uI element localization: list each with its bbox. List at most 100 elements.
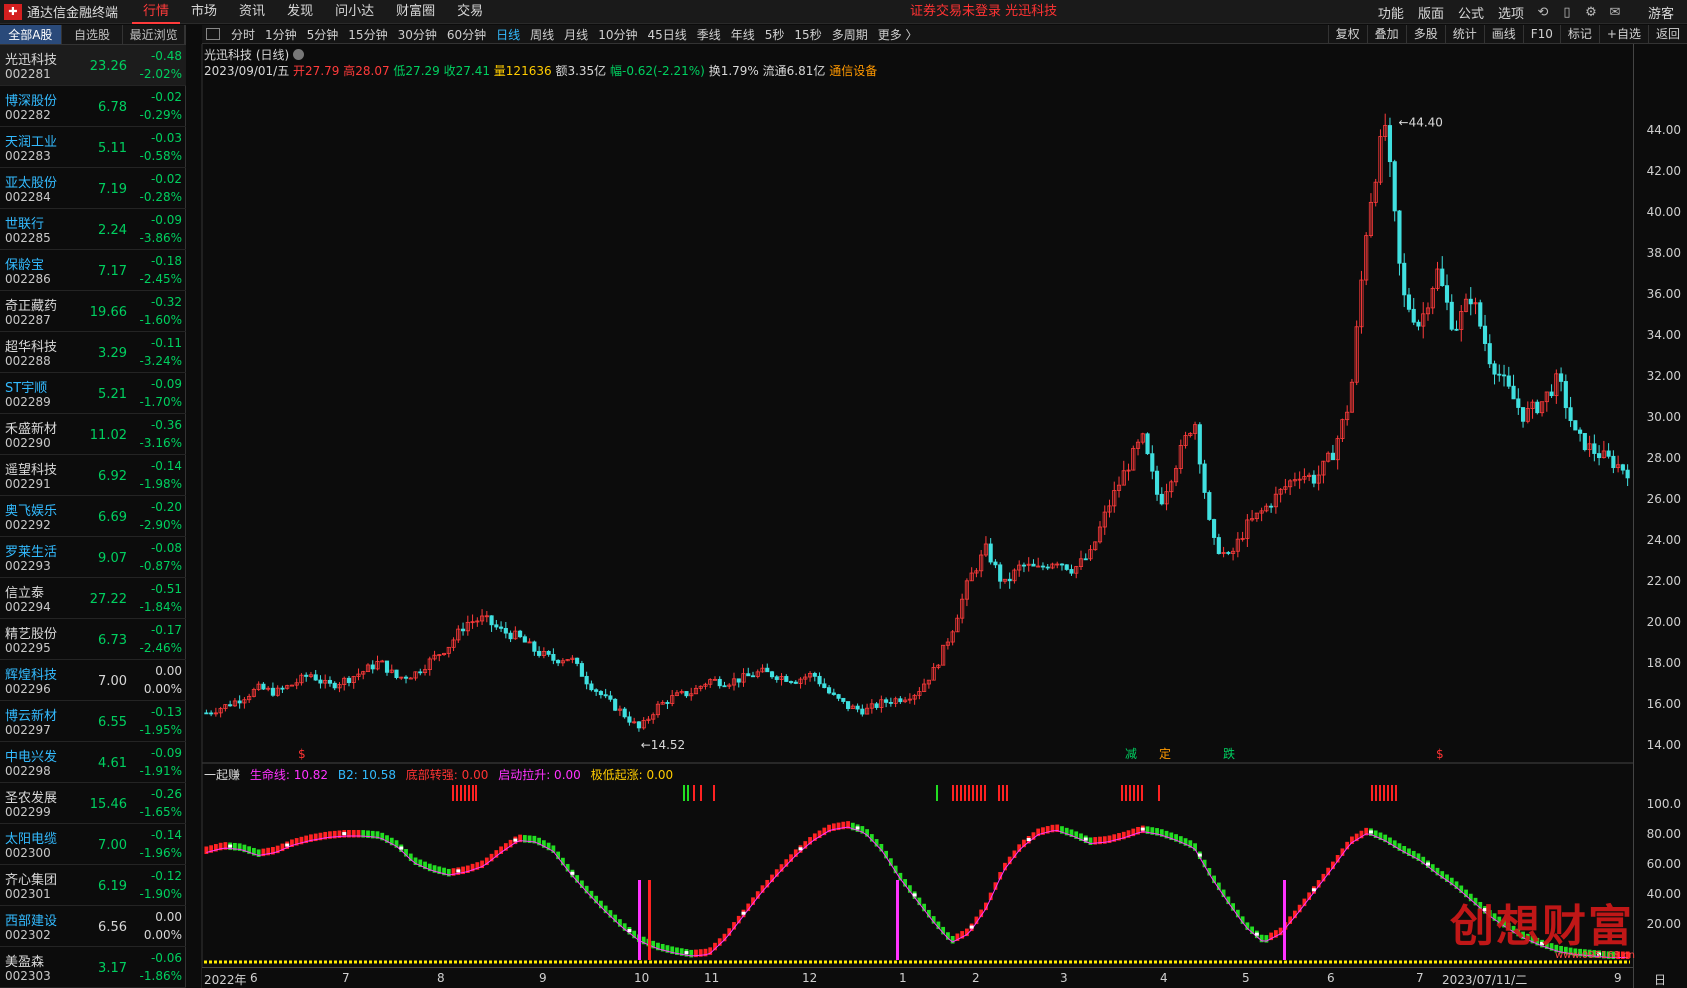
- date-tick-label: 9: [539, 971, 547, 985]
- indicator-dot: [1311, 888, 1316, 892]
- candle-body: [1487, 343, 1492, 365]
- signal-tick: [713, 785, 715, 801]
- signal-label: 定: [1159, 746, 1171, 761]
- candlestick-chart[interactable]: ←44.40 ←14.52 $ 减 定 跌 $: [0, 0, 1687, 988]
- candle-body: [537, 650, 542, 656]
- signal-tick: [1391, 785, 1393, 801]
- candle-body: [499, 626, 504, 629]
- candle-body: [522, 636, 527, 643]
- indicator-dot: [285, 843, 290, 847]
- candle-body: [769, 671, 775, 678]
- indicator-dot: [912, 893, 917, 897]
- indicator-dot: [456, 869, 461, 873]
- candle-body: [622, 708, 627, 718]
- candle-body: [784, 676, 789, 682]
- signal-tick: [976, 785, 978, 801]
- signal-tick: [452, 785, 454, 801]
- candle-body: [788, 681, 794, 683]
- candle-body: [527, 641, 532, 644]
- candle-body: [1311, 474, 1316, 484]
- candle-body: [1582, 433, 1587, 451]
- indicator-dot: [627, 929, 632, 933]
- date-tick-label: 2: [972, 971, 980, 985]
- candle-body: [1520, 407, 1526, 422]
- indicator-tick-label: 40.00: [1646, 886, 1681, 901]
- candle-body: [1040, 565, 1046, 568]
- candle-body: [1501, 374, 1507, 377]
- signal-tick: [464, 785, 466, 801]
- candle-body: [370, 664, 375, 670]
- candle-body: [594, 689, 599, 692]
- date-tick-label: 5: [1242, 971, 1250, 985]
- signal-tick: [1121, 785, 1123, 801]
- price-tick-label: 38.00: [1646, 245, 1681, 260]
- signal-tick: [1387, 785, 1389, 801]
- candle-body: [1059, 563, 1065, 566]
- date-axis: 2022年678910111212345672023/07/11/二9日线: [202, 967, 1666, 988]
- candle-body: [1045, 566, 1050, 569]
- signal-tick: [456, 785, 458, 801]
- price-tick-label: 44.00: [1646, 122, 1681, 137]
- candle-body: [993, 561, 998, 566]
- candle-body: [1392, 161, 1397, 212]
- indicator-dot: [1026, 837, 1031, 841]
- indicator-dot: [969, 925, 974, 929]
- candle-body: [1154, 470, 1160, 495]
- candle-body: [613, 698, 618, 711]
- candle-body: [1226, 552, 1231, 554]
- candle-body: [584, 675, 589, 685]
- life-line-series: [206, 826, 1628, 958]
- signal-spike: [648, 880, 651, 960]
- candle-body: [579, 663, 584, 677]
- indicator-dot: [570, 871, 575, 875]
- indicator-name[interactable]: 一起赚: [204, 768, 240, 782]
- signal-tick: [1375, 785, 1377, 801]
- signal-tick: [984, 785, 986, 801]
- indicator-b2: B2: 10.58: [337, 768, 396, 782]
- candle-body: [998, 564, 1003, 582]
- price-tick-label: 40.00: [1646, 204, 1681, 219]
- candle-body: [1411, 308, 1416, 323]
- signal-tick: [936, 785, 938, 801]
- indicator-start-rise: 启动拉升: 0.00: [498, 768, 581, 782]
- candle-body: [722, 685, 727, 688]
- candle-body: [384, 660, 390, 673]
- date-tick-label: 9: [1614, 971, 1622, 985]
- candle-body: [1064, 564, 1069, 570]
- candle-body: [1497, 373, 1502, 376]
- candle-body: [1397, 210, 1402, 264]
- candle-body: [551, 654, 556, 661]
- candle-body: [1573, 420, 1578, 431]
- candle-body: [1387, 125, 1393, 163]
- candle-body: [1021, 564, 1027, 567]
- price-axis: 44.00 42.00 40.00 38.00 36.00 34.00 32.00 30.00…: [1633, 44, 1687, 988]
- price-tick-label: 16.00: [1646, 696, 1681, 711]
- indicator-tick-label: 100.0: [1646, 796, 1681, 811]
- price-tick-label: 20.00: [1646, 614, 1681, 629]
- indicator-dot: [1140, 827, 1145, 831]
- candle-body: [846, 701, 851, 709]
- price-tick-label: 32.00: [1646, 368, 1681, 383]
- indicator-header: 一起赚 生命线: 10.82 B2: 10.58 底部转强: 0.00 启动拉升…: [204, 766, 679, 783]
- candle-body: [408, 677, 413, 680]
- signal-tick: [683, 785, 685, 801]
- signal-tick: [960, 785, 962, 801]
- candle-body: [684, 691, 689, 697]
- candle-body: [418, 671, 423, 674]
- signal-tick: [1125, 785, 1127, 801]
- signal-tick: [1383, 785, 1385, 801]
- candle-body: [546, 651, 551, 655]
- candle-body: [898, 698, 903, 703]
- date-tick-label: 4: [1160, 971, 1168, 985]
- date-tick-label: 12: [802, 971, 818, 985]
- candle-body: [1197, 424, 1202, 465]
- signal-tick: [1137, 785, 1139, 801]
- candle-body: [1563, 381, 1568, 409]
- candle-body: [346, 677, 352, 683]
- candle-body: [826, 687, 832, 694]
- indicator-low-rise: 极低起涨: 0.00: [590, 768, 674, 782]
- candle-body: [855, 705, 860, 710]
- candle-body: [460, 628, 466, 632]
- candle-body: [1568, 407, 1573, 422]
- candle-body: [1007, 578, 1012, 582]
